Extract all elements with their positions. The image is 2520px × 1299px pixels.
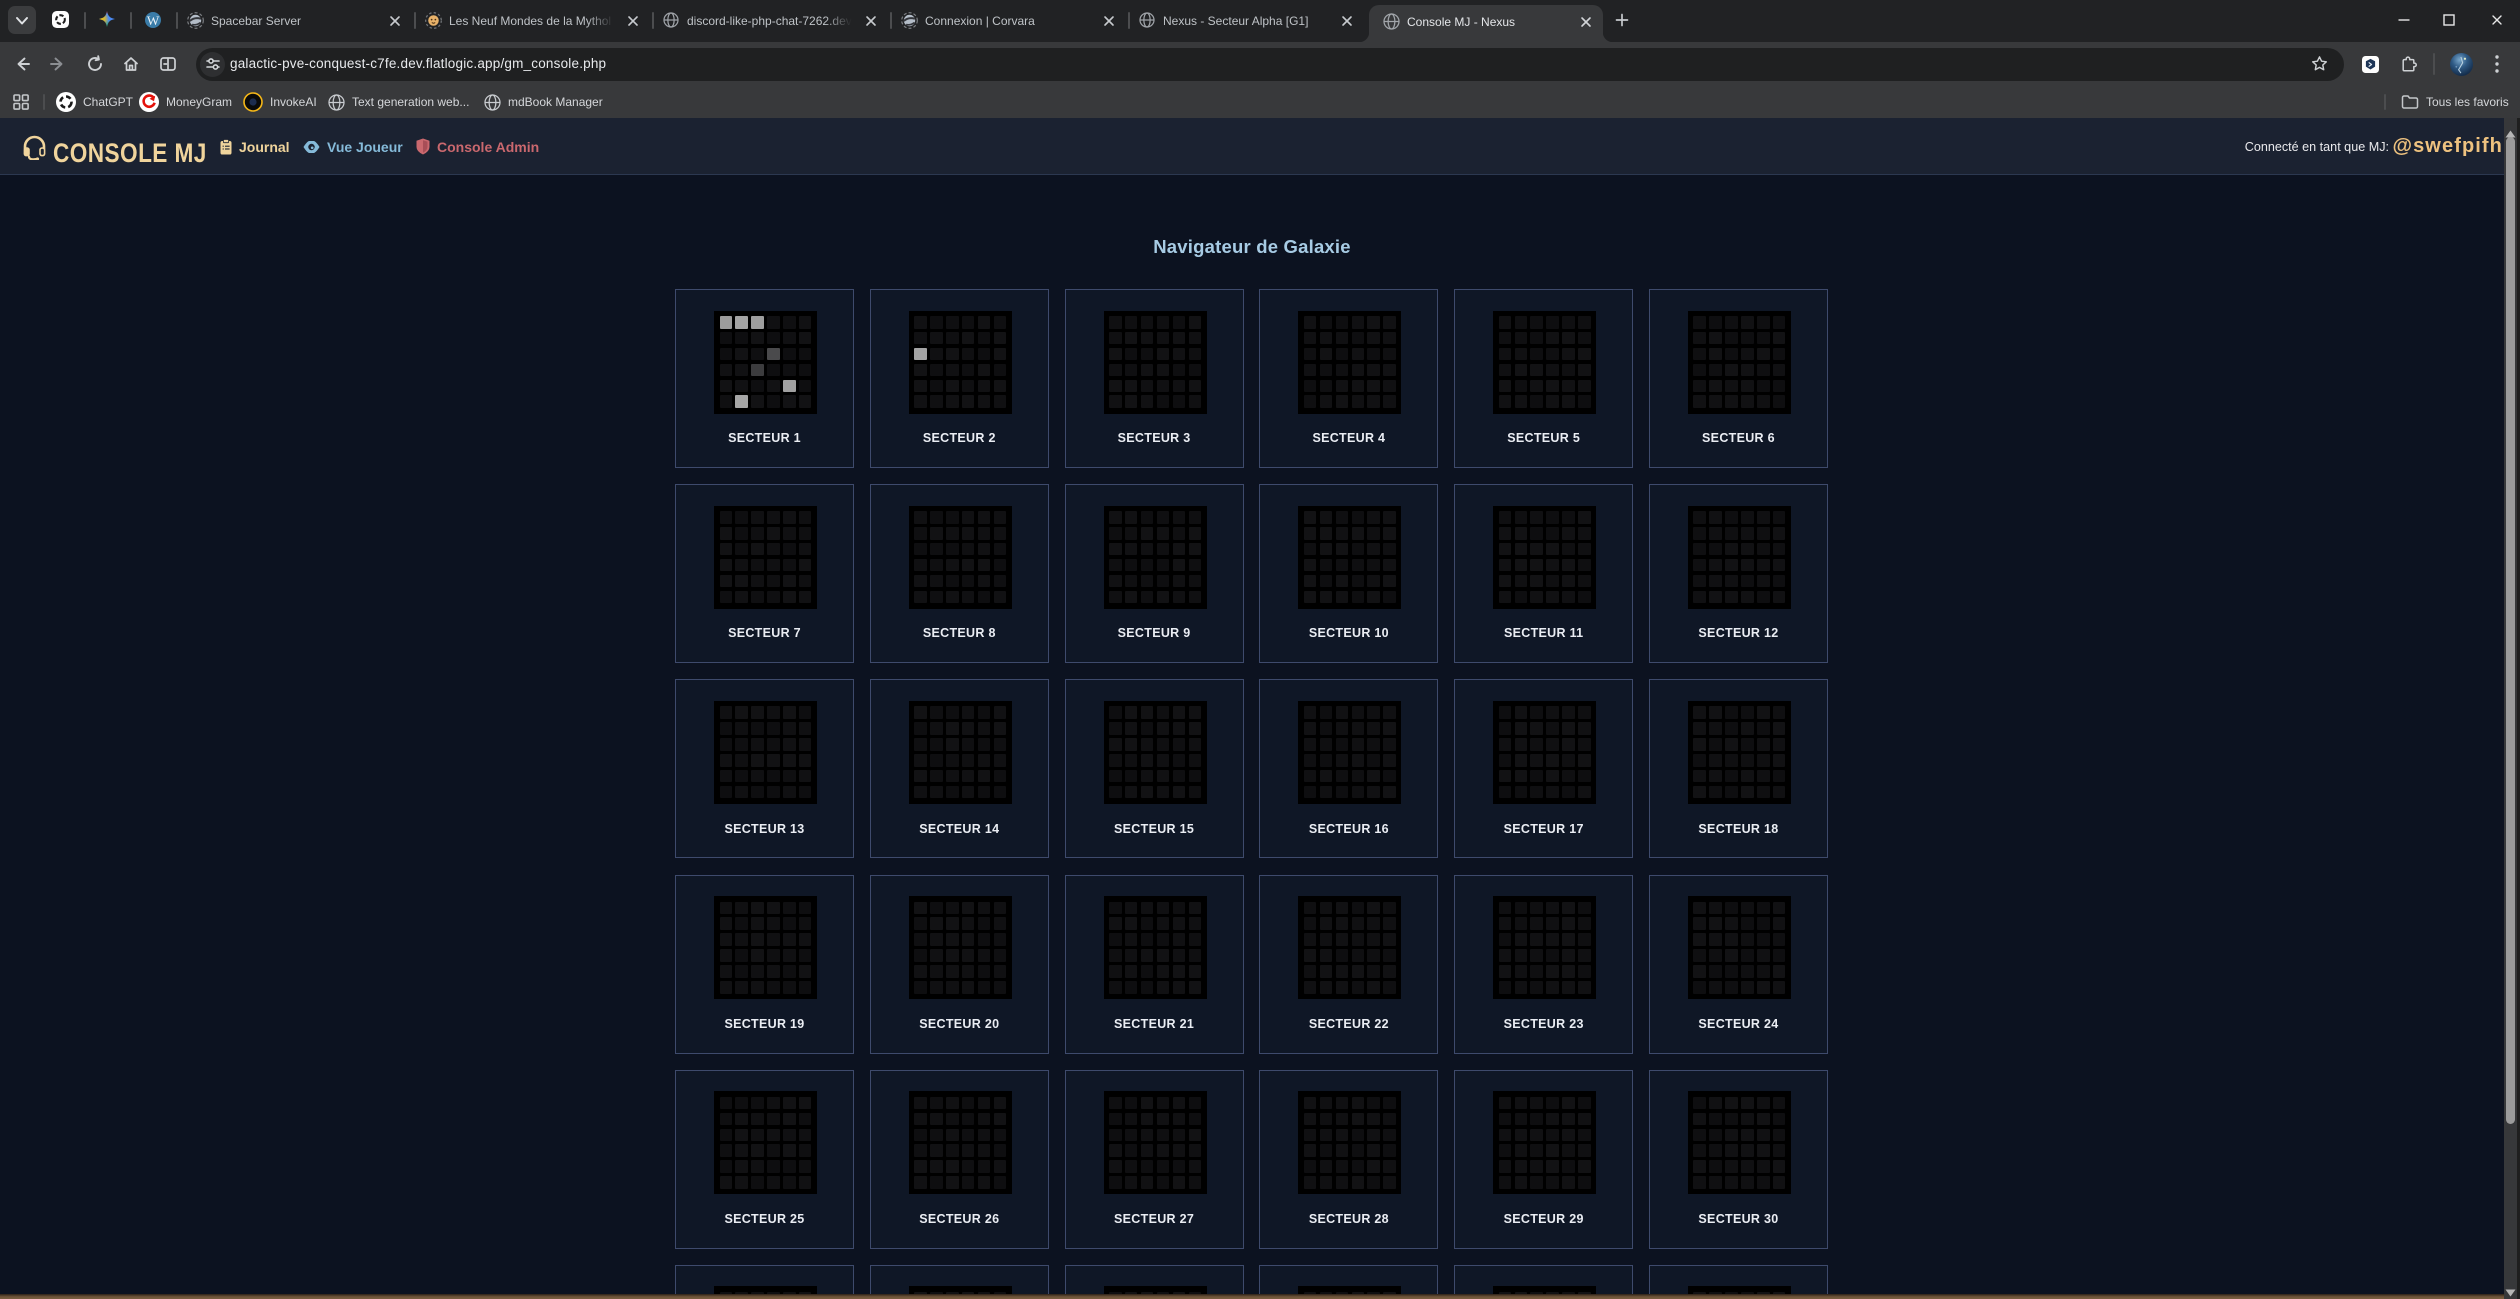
svg-text:W: W — [147, 13, 160, 28]
